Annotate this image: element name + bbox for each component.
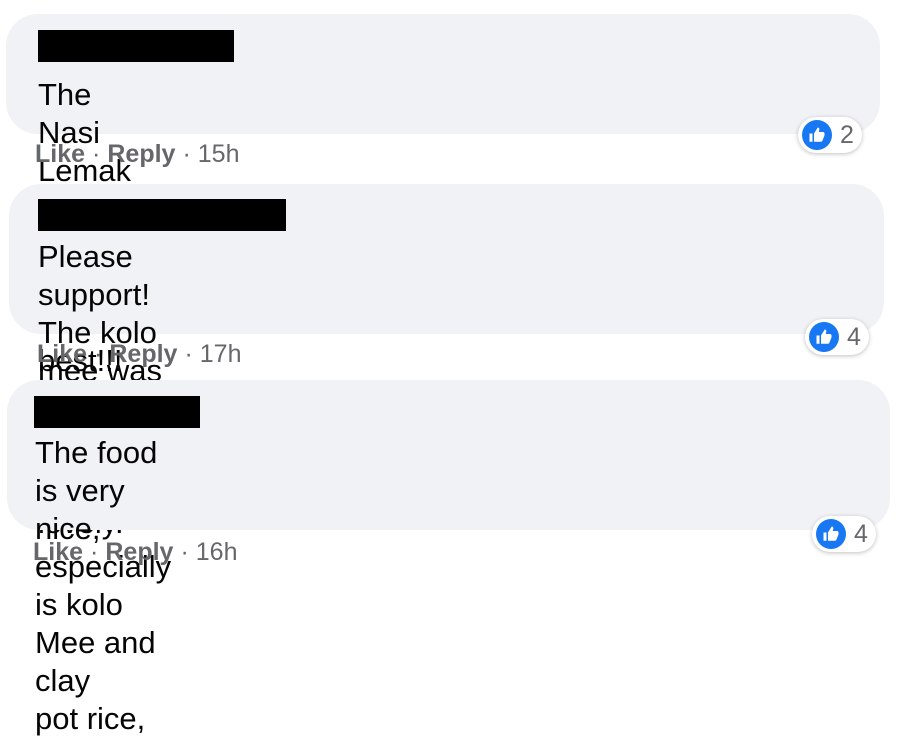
redacted-author-name[interactable] <box>38 199 286 231</box>
timestamp[interactable]: 16h <box>196 538 238 566</box>
thumbs-up-icon <box>816 519 846 549</box>
reaction-badge[interactable]: 2 <box>798 117 862 153</box>
reaction-count: 4 <box>847 322 861 351</box>
separator: · <box>94 340 103 368</box>
reaction-badge[interactable]: 4 <box>805 319 869 355</box>
separator: · <box>90 538 99 566</box>
redacted-author-name[interactable] <box>34 396 200 428</box>
comment-actions: Like · Reply · 16h <box>33 538 238 567</box>
separator: · <box>92 140 101 168</box>
redacted-author-name[interactable] <box>38 30 234 62</box>
comment-text: The food is very nice, especially is kol… <box>35 435 172 736</box>
timestamp[interactable]: 15h <box>198 140 240 168</box>
comment-actions: Like · Reply · 17h <box>37 340 242 369</box>
reply-button[interactable]: Reply <box>105 538 173 566</box>
reaction-count: 4 <box>854 519 868 548</box>
like-button[interactable]: Like <box>33 538 83 566</box>
reply-button[interactable]: Reply <box>107 140 175 168</box>
like-button[interactable]: Like <box>37 340 87 368</box>
comment-actions: Like · Reply · 15h <box>35 140 240 169</box>
reaction-count: 2 <box>840 120 854 149</box>
thumbs-up-icon <box>809 322 839 352</box>
separator: · <box>182 140 191 168</box>
separator: · <box>184 340 193 368</box>
like-button[interactable]: Like <box>35 140 85 168</box>
separator: · <box>180 538 189 566</box>
reaction-badge[interactable]: 4 <box>812 516 876 552</box>
thumbs-up-icon <box>802 120 832 150</box>
reply-button[interactable]: Reply <box>109 340 177 368</box>
timestamp[interactable]: 17h <box>200 340 242 368</box>
